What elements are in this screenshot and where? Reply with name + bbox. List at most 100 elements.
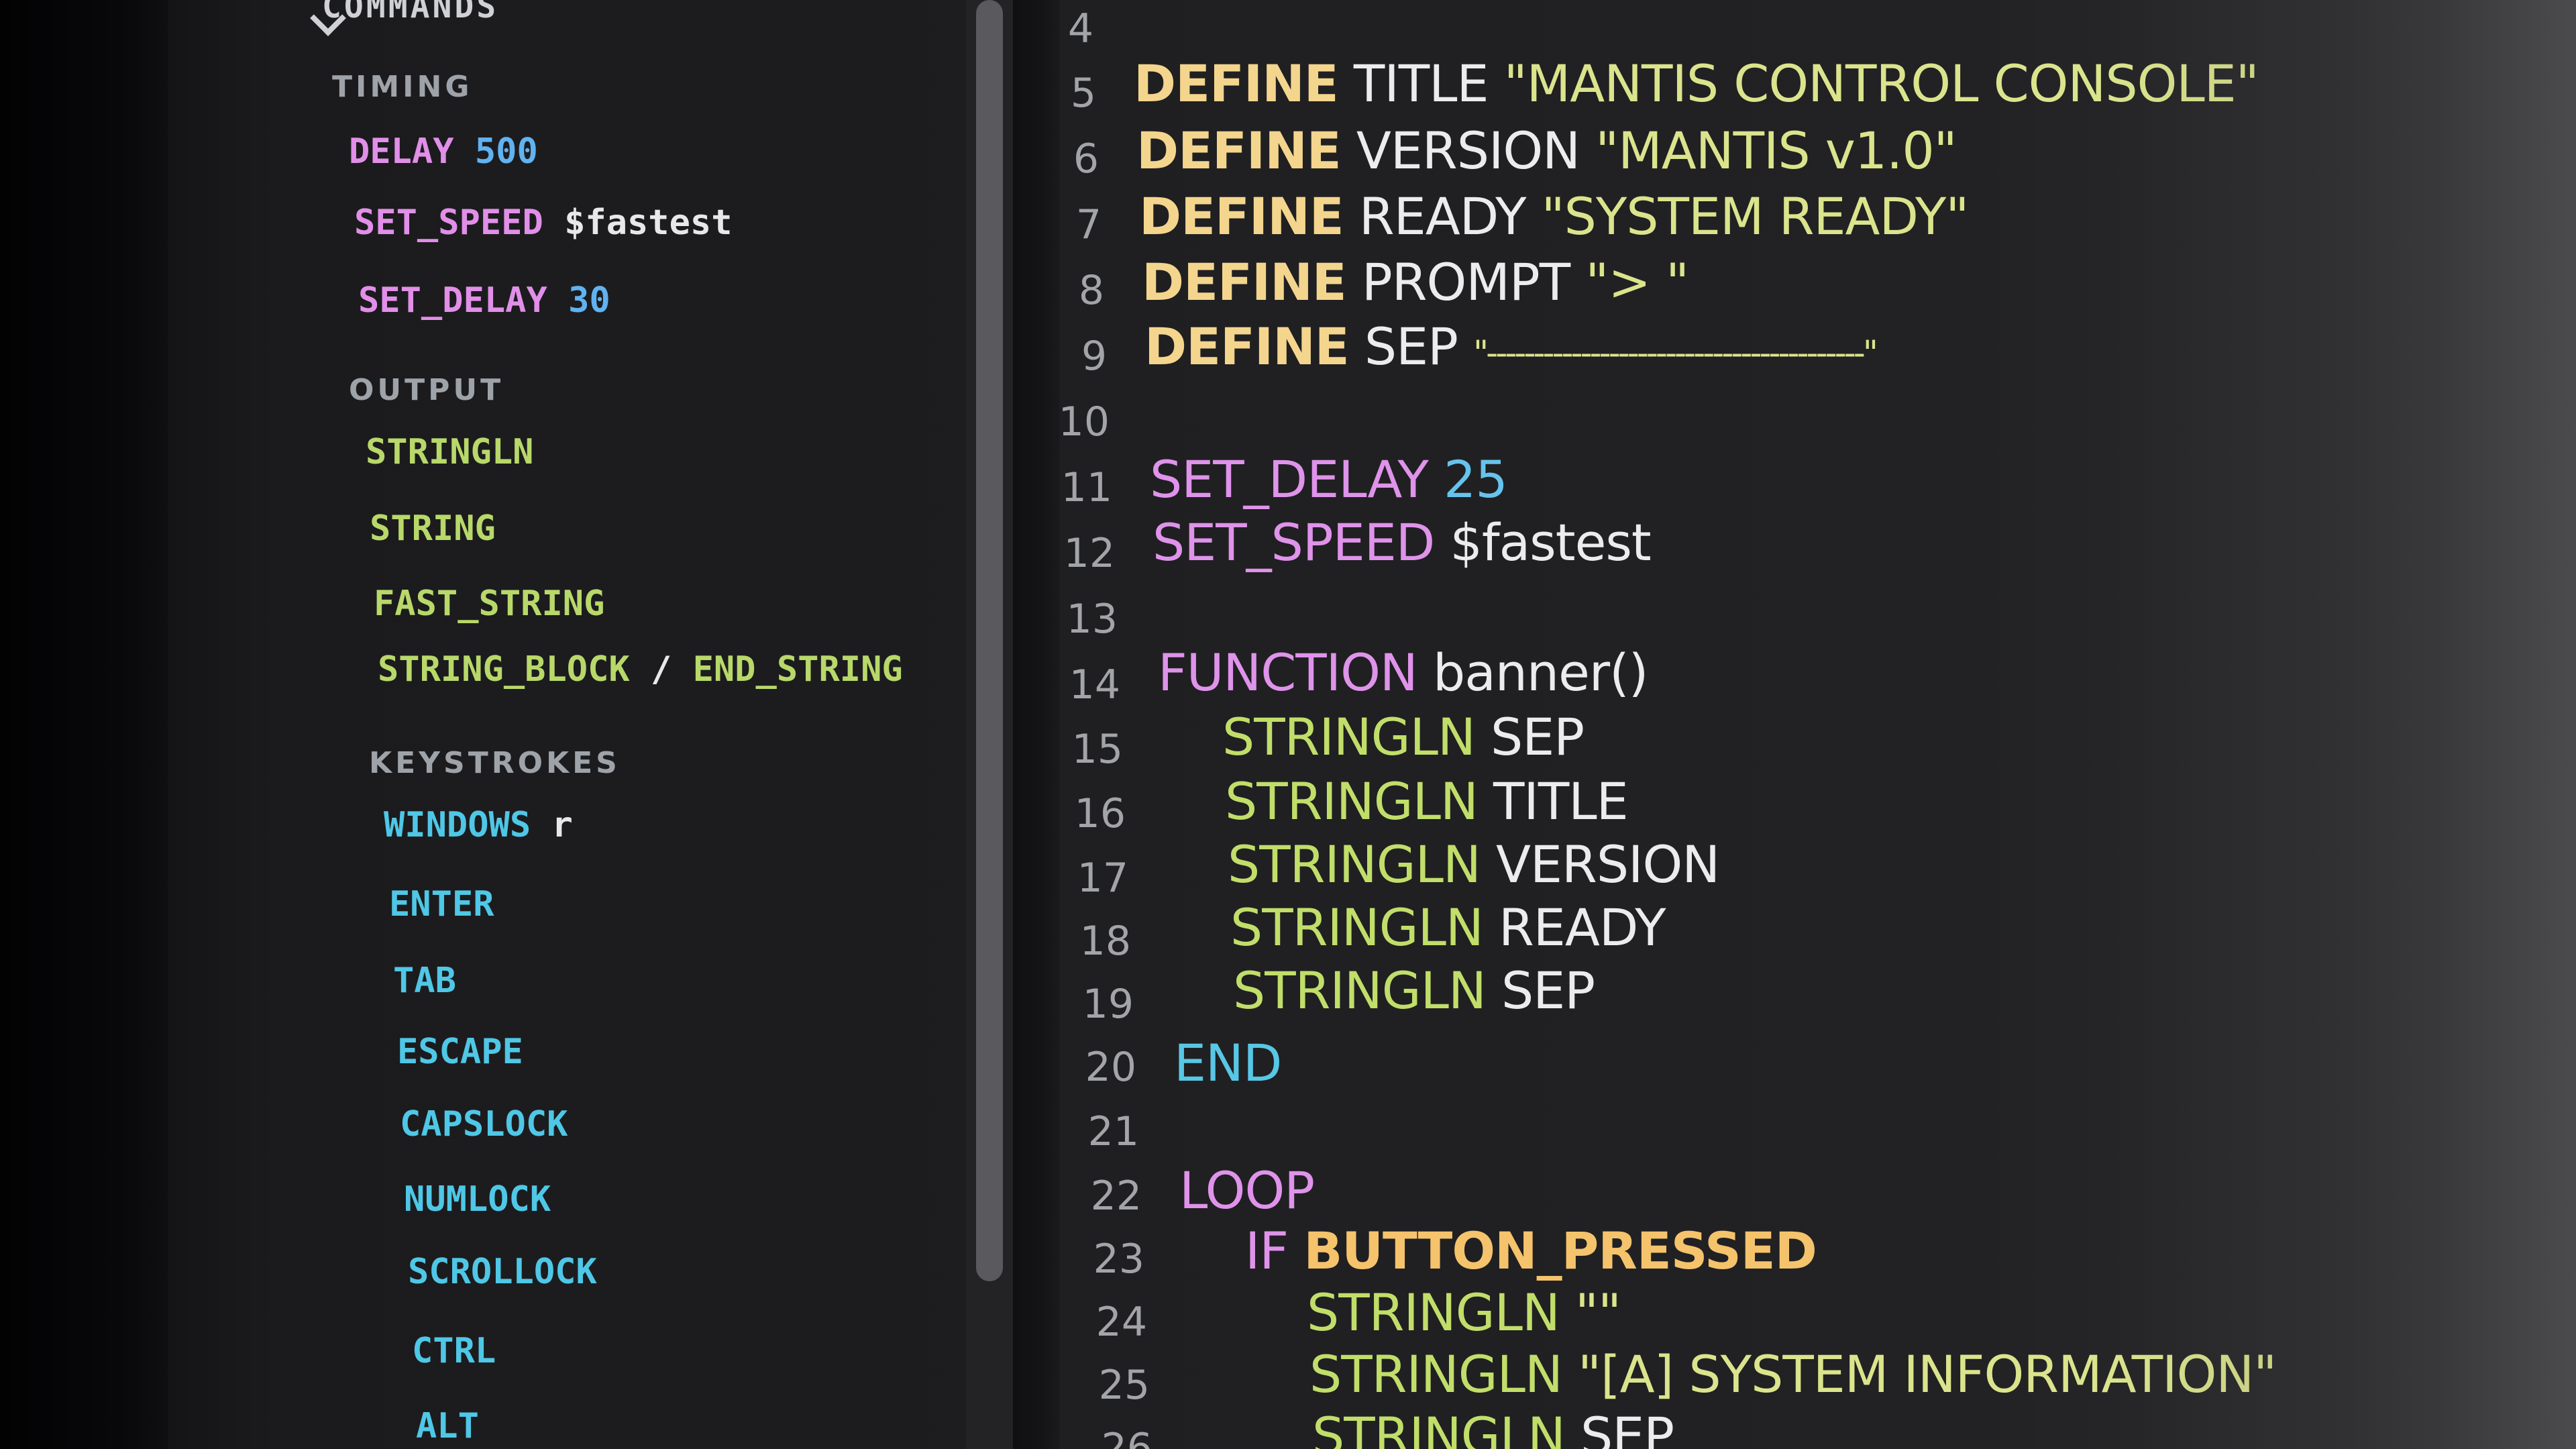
identifier: SEP: [1501, 961, 1595, 1020]
string-literal: "MANTIS CONTROL CONSOLE": [1503, 54, 2259, 113]
line-number: 17: [1077, 855, 1128, 902]
identifier: VERSION: [1356, 121, 1580, 180]
command-arg: 30: [568, 280, 610, 321]
identifier: SEP: [1580, 1406, 1674, 1449]
line-number: 5: [1070, 70, 1096, 117]
sidebar-item-delay[interactable]: DELAY 500: [349, 131, 538, 172]
identifier: READY: [1358, 186, 1527, 246]
code-line-7[interactable]: DEFINE READY "SYSTEM READY": [1139, 186, 1970, 246]
line-number: 12: [1063, 530, 1115, 577]
identifier: TITLE: [1353, 54, 1489, 113]
string-literal: "MANTIS v1.0": [1595, 121, 1957, 180]
code-line-9[interactable]: DEFINE SEP "----------------------------…: [1144, 317, 1878, 376]
line-number: 9: [1081, 333, 1107, 380]
line-number: 10: [1058, 398, 1110, 445]
command-arg: 500: [474, 131, 538, 172]
code-line-12[interactable]: SET_SPEED $fastest: [1152, 513, 1652, 572]
keyword: DEFINE: [1134, 54, 1339, 113]
code-line-20[interactable]: END: [1174, 1033, 1282, 1093]
line-number: 11: [1061, 464, 1112, 511]
number-literal: 25: [1444, 449, 1508, 509]
command-name: WINDOWS: [384, 805, 531, 845]
identifier: READY: [1499, 898, 1666, 957]
line-number: 22: [1090, 1173, 1142, 1220]
code-line-24[interactable]: STRINGLN "": [1307, 1283, 1621, 1342]
sidebar-item-set-delay[interactable]: SET_DELAY 30: [358, 280, 610, 321]
sidebar-item-fast-string[interactable]: FAST_STRING: [374, 584, 604, 624]
identifier: SEP: [1364, 317, 1458, 376]
sidebar-item-numlock[interactable]: NUMLOCK: [404, 1179, 551, 1220]
keyword: STRINGLN: [1225, 771, 1479, 831]
code-line-17[interactable]: STRINGLN VERSION: [1228, 835, 1720, 894]
command-name: STRING_BLOCK: [378, 649, 630, 690]
condition: BUTTON_PRESSED: [1303, 1221, 1817, 1281]
identifier: VERSION: [1496, 835, 1720, 894]
sidebar-item-tab[interactable]: TAB: [393, 961, 456, 1001]
code-line-6[interactable]: DEFINE VERSION "MANTIS v1.0": [1136, 121, 1957, 180]
code-line-11[interactable]: SET_DELAY 25: [1150, 449, 1508, 509]
line-number: 14: [1069, 661, 1120, 708]
identifier: TITLE: [1493, 771, 1629, 831]
identifier: $fastest: [1450, 513, 1652, 572]
code-line-16[interactable]: STRINGLN TITLE: [1225, 771, 1629, 831]
sidebar-item-scrollock[interactable]: SCROLLOCK: [408, 1252, 597, 1292]
sidebar-item-stringln[interactable]: STRINGLN: [366, 432, 533, 472]
section-output: OUTPUT: [349, 373, 504, 407]
keyword: END: [1174, 1033, 1282, 1093]
line-number: 7: [1075, 201, 1102, 248]
sidebar-item-enter[interactable]: ENTER: [389, 884, 494, 924]
command-name: SET_SPEED: [354, 203, 543, 243]
line-number: 8: [1078, 267, 1104, 314]
line-number: 25: [1098, 1362, 1150, 1409]
line-number: 4: [1067, 5, 1093, 52]
section-timing: TIMING: [332, 70, 473, 104]
sidebar-item-windows[interactable]: WINDOWS r: [384, 805, 573, 845]
code-line-25[interactable]: STRINGLN "[A] SYSTEM INFORMATION": [1309, 1344, 2277, 1404]
code-line-22[interactable]: LOOP: [1179, 1161, 1315, 1220]
keyword: DEFINE: [1142, 252, 1347, 312]
keyword: FUNCTION: [1158, 643, 1418, 702]
code-line-23[interactable]: IF BUTTON_PRESSED: [1245, 1221, 1817, 1281]
sidebar-item-string[interactable]: STRING: [370, 508, 496, 549]
code-line-26[interactable]: STRINGLN SEP: [1312, 1406, 1674, 1449]
keyword: STRINGLN: [1230, 898, 1484, 957]
monitor-bezel: [0, 0, 168, 1449]
string-literal: "[A] SYSTEM INFORMATION": [1578, 1344, 2277, 1404]
command-name-2: END_STRING: [692, 649, 903, 690]
string-literal: "SYSTEM READY": [1541, 186, 1970, 246]
string-literal: "> ": [1585, 252, 1689, 312]
sidebar-item-capslock[interactable]: CAPSLOCK: [400, 1104, 568, 1144]
keyword: STRINGLN: [1222, 707, 1476, 767]
line-number: 18: [1079, 918, 1131, 965]
sidebar-scrollbar[interactable]: [976, 0, 1003, 1281]
keyword: SET_SPEED: [1152, 513, 1435, 572]
identifier: SEP: [1491, 707, 1585, 767]
code-line-15[interactable]: STRINGLN SEP: [1222, 707, 1585, 767]
code-line-14[interactable]: FUNCTION banner(): [1158, 643, 1648, 702]
keyword: STRINGLN: [1228, 835, 1481, 894]
command-arg: r: [551, 805, 573, 845]
sidebar-item-set-speed[interactable]: SET_SPEED $fastest: [354, 203, 733, 243]
code-line-19[interactable]: STRINGLN SEP: [1233, 961, 1595, 1020]
keyword: LOOP: [1179, 1161, 1315, 1220]
keyword: SET_DELAY: [1150, 449, 1429, 509]
keyword: STRINGLN: [1312, 1406, 1566, 1449]
line-number: 15: [1071, 726, 1123, 773]
command-arg: $fastest: [564, 203, 733, 243]
line-number: 13: [1066, 596, 1118, 643]
line-number: 24: [1095, 1299, 1147, 1346]
line-number: 16: [1074, 790, 1126, 837]
sidebar-item-ctrl[interactable]: CTRL: [412, 1331, 496, 1371]
section-keystrokes: KEYSTROKES: [369, 746, 621, 780]
keyword: STRINGLN: [1309, 1344, 1563, 1404]
code-line-5[interactable]: DEFINE TITLE "MANTIS CONTROL CONSOLE": [1134, 54, 2259, 113]
code-line-8[interactable]: DEFINE PROMPT "> ": [1142, 252, 1689, 312]
commands-header[interactable]: COMMANDS: [322, 0, 498, 25]
code-line-18[interactable]: STRINGLN READY: [1230, 898, 1666, 957]
sidebar-item-escape[interactable]: ESCAPE: [397, 1032, 523, 1072]
sidebar-item-string-block[interactable]: STRING_BLOCK / END_STRING: [378, 649, 903, 690]
sidebar-item-alt[interactable]: ALT: [416, 1406, 479, 1446]
line-number: 26: [1101, 1425, 1152, 1449]
keyword: STRINGLN: [1233, 961, 1487, 1020]
ide-window: COMMANDS TIMING DELAY 500 SET_SPEED $fas…: [0, 0, 2576, 1449]
